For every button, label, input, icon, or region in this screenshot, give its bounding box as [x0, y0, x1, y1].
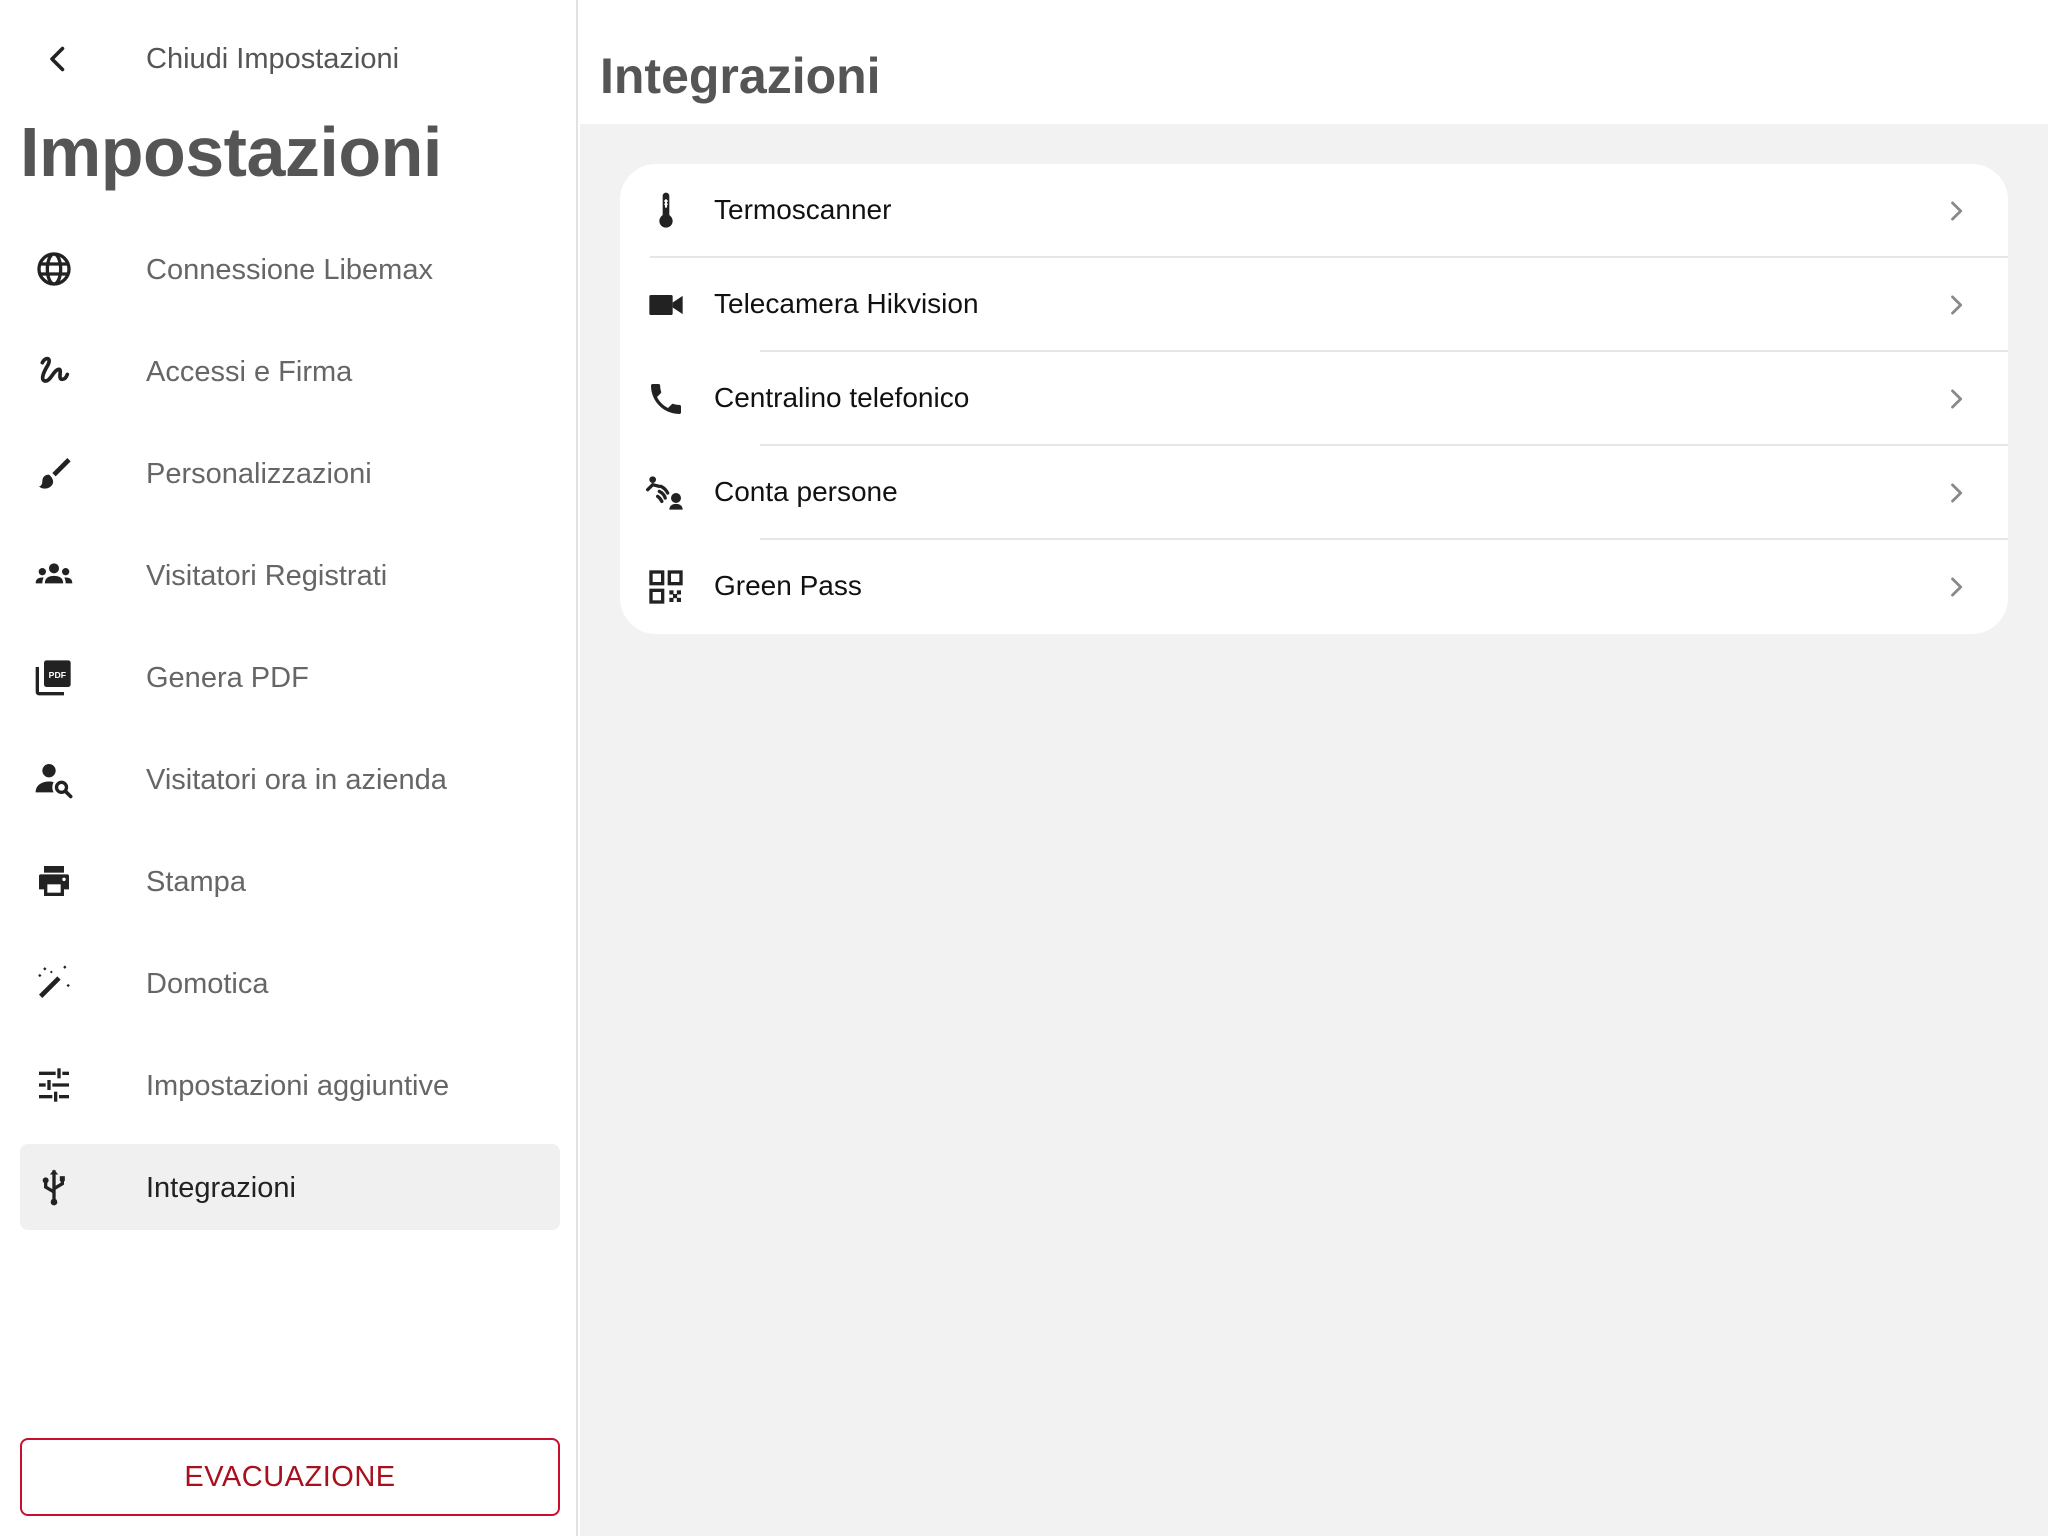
list-item-telecamera-hikvision[interactable]: Telecamera Hikvision [620, 258, 2008, 352]
globe-icon [34, 249, 74, 289]
sidebar-title: Impostazioni [20, 113, 442, 191]
signature-icon [34, 351, 74, 391]
sidebar-item-impostazioni-aggiuntive[interactable]: Impostazioni aggiuntive [20, 1042, 560, 1128]
people-counter-icon [646, 473, 686, 513]
sidebar-item-domotica[interactable]: Domotica [20, 940, 560, 1026]
sidebar-item-label: Impostazioni aggiuntive [146, 1070, 450, 1102]
settings-nav: Connessione Libemax Accessi e Firma Pers… [20, 226, 560, 1246]
sidebar-item-label: Integrazioni [146, 1172, 296, 1204]
chevron-right-icon [1951, 389, 1963, 409]
sidebar-item-label: Visitatori ora in azienda [146, 764, 447, 796]
evacuation-button[interactable]: EVACUAZIONE [20, 1438, 560, 1516]
page-title: Integrazioni [600, 48, 881, 104]
list-item-label: Conta persone [714, 476, 898, 507]
sidebar-item-stampa[interactable]: Stampa [20, 838, 560, 924]
videocam-icon [646, 285, 686, 325]
sidebar-item-personalizzazioni[interactable]: Personalizzazioni [20, 430, 560, 516]
brush-icon [34, 453, 74, 493]
sidebar-item-label: Visitatori Registrati [146, 560, 388, 592]
list-item-label: Termoscanner [714, 194, 892, 225]
sidebar-item-label: Connessione Libemax [146, 254, 433, 286]
pdf-icon: PDF [34, 657, 74, 697]
thermometer-icon [646, 191, 686, 231]
chevron-right-icon [1951, 201, 1963, 221]
list-item-label: Centralino telefonico [714, 382, 970, 413]
sidebar-item-label: Stampa [146, 866, 246, 898]
close-settings-label: Chiudi Impostazioni [146, 43, 400, 75]
list-item-centralino-telefonico[interactable]: Centralino telefonico [620, 352, 2008, 446]
sidebar-item-visitatori-registrati[interactable]: Visitatori Registrati [20, 532, 560, 618]
sidebar-item-connessione-libemax[interactable]: Connessione Libemax [20, 226, 560, 312]
close-settings-button[interactable]: Chiudi Impostazioni [0, 26, 576, 92]
person-search-icon [34, 759, 74, 799]
sidebar-item-label: Genera PDF [146, 662, 309, 694]
list-item-label: Green Pass [714, 570, 862, 601]
phone-icon [646, 379, 686, 419]
qr-code-icon [646, 567, 686, 607]
settings-sidebar: Chiudi Impostazioni Impostazioni Conness… [0, 0, 578, 1536]
app-root: Chiudi Impostazioni Impostazioni Conness… [0, 0, 2048, 1536]
list-item-termoscanner[interactable]: Termoscanner [620, 164, 2008, 258]
sidebar-item-genera-pdf[interactable]: PDF Genera PDF [20, 634, 560, 720]
sidebar-item-visitatori-ora[interactable]: Visitatori ora in azienda [20, 736, 560, 822]
sidebar-item-accessi-firma[interactable]: Accessi e Firma [20, 328, 560, 414]
main-header: Integrazioni [580, 0, 2048, 124]
list-item-green-pass[interactable]: Green Pass [620, 540, 2008, 634]
chevron-right-icon [1951, 295, 1963, 315]
chevron-left-icon [50, 46, 65, 72]
groups-icon [34, 555, 74, 595]
usb-icon [34, 1167, 74, 1207]
chevron-right-icon [1951, 483, 1963, 503]
main-panel: Integrazioni Termoscanner Telecamera Hik… [580, 0, 2048, 1536]
sidebar-item-label: Domotica [146, 968, 269, 1000]
list-item-label: Telecamera Hikvision [714, 288, 979, 319]
list-item-conta-persone[interactable]: Conta persone [620, 446, 2008, 540]
svg-text:PDF: PDF [49, 670, 66, 680]
chevron-right-icon [1951, 577, 1963, 597]
integrations-list: Termoscanner Telecamera Hikvision Centra… [620, 164, 2008, 634]
magic-wand-icon [34, 963, 74, 1003]
sidebar-item-integrazioni[interactable]: Integrazioni [20, 1144, 560, 1230]
printer-icon [34, 861, 74, 901]
sidebar-item-label: Personalizzazioni [146, 458, 372, 490]
tune-icon [34, 1065, 74, 1105]
sidebar-item-label: Accessi e Firma [146, 356, 353, 388]
